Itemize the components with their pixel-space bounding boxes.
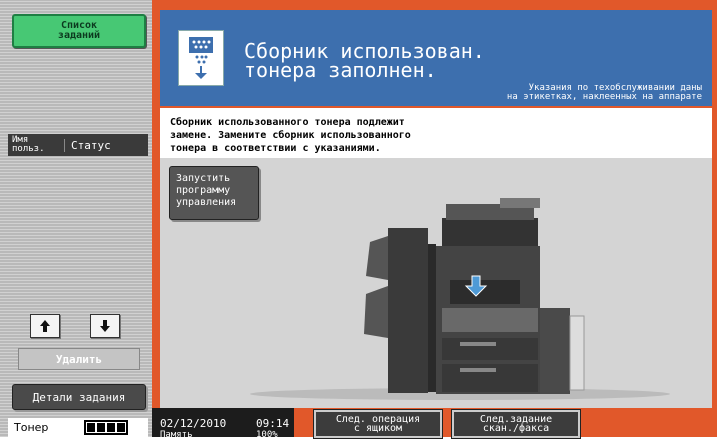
delete-button[interactable]: Удалить <box>18 348 140 370</box>
job-list-button[interactable]: Список заданий <box>12 14 146 48</box>
memory-value: 100% <box>256 430 278 440</box>
next-operation-button[interactable]: След. операция с ящиком <box>313 409 443 439</box>
toner-label: Тонер <box>14 421 49 434</box>
left-panel: Список заданий Имя польз. Статус Удалить… <box>0 0 152 437</box>
launch-management-program-button[interactable]: Запустить программу управления <box>169 166 259 220</box>
arrow-down-icon <box>100 320 110 332</box>
date-time-panel: 02/12/2010 09:14 Память 100% <box>152 408 294 440</box>
memory-label: Память <box>160 430 193 440</box>
job-details-button[interactable]: Детали задания <box>12 384 146 410</box>
toner-gauge-segment <box>117 423 125 432</box>
status-column-header: Статус <box>64 138 148 152</box>
arrow-up-icon <box>40 320 50 332</box>
toner-gauge-segment <box>97 423 105 432</box>
alert-title: Сборник использован. тонера заполнен. <box>244 39 485 82</box>
toner-gauge-segment <box>107 423 115 432</box>
scroll-down-button[interactable] <box>90 314 120 338</box>
toner-gauge-segment <box>87 423 95 432</box>
user-name-column-header: Имя польз. <box>12 135 45 154</box>
toner-indicator: Тонер <box>8 418 148 437</box>
main-frame: Сборник использован. тонера заполнен. Ук… <box>152 0 717 440</box>
alert-header: Сборник использован. тонера заполнен. Ук… <box>160 10 712 106</box>
job-list-header: Имя польз. Статус <box>8 134 148 156</box>
date-display: 02/12/2010 <box>160 417 227 430</box>
waste-toner-box-icon <box>178 30 224 86</box>
instruction-message: Сборник использованного тонера подлежит … <box>170 117 411 154</box>
bottom-bar: 02/12/2010 09:14 Память 100% След. опера… <box>152 408 717 440</box>
content-area: Сборник использованного тонера подлежит … <box>160 108 712 408</box>
alert-subtitle: Указания по техобслуживании даны на этик… <box>506 83 702 102</box>
next-job-scan-fax-button[interactable]: След.задание скан./факса <box>451 409 581 439</box>
toner-gauge <box>84 420 128 435</box>
time-display: 09:14 <box>256 417 290 430</box>
scroll-up-button[interactable] <box>30 314 60 338</box>
